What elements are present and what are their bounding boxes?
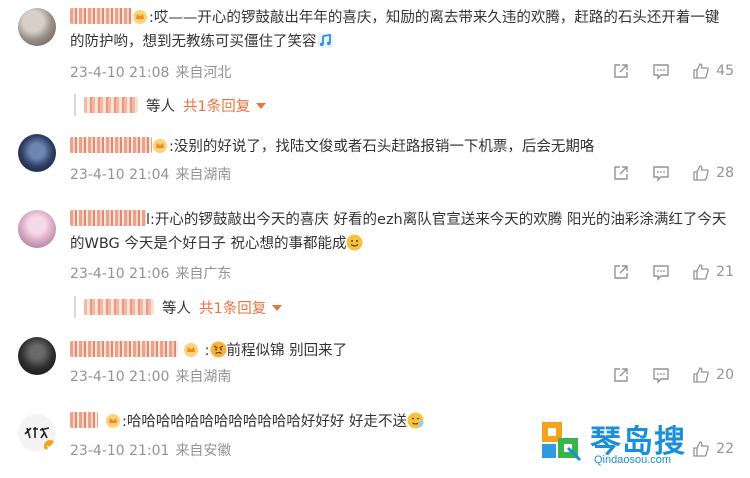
username[interactable] [70,210,146,226]
username[interactable] [70,412,98,428]
reply-deng-label: 等人 [146,98,175,115]
comment-time: 23-4-10 21:08 [70,65,170,81]
comment-icon [653,368,669,384]
comment-button[interactable] [652,263,670,281]
thumbs-up-icon [693,264,710,280]
verified-badge-icon [44,440,56,452]
reply-username[interactable] [84,299,154,315]
thumbs-up-icon [693,165,710,181]
comment-actions: 20 [590,366,734,384]
reply-username[interactable] [84,97,138,113]
comment-text: l:开心的锣鼓敲出今天的喜庆 好看的ezh离队官宣送来今天的欢腾 阳光的油彩涂满… [70,212,727,252]
comment-icon [653,265,669,281]
comment-body: :没别的好说了，找陆文俊或者石头赶路报销一下机票，后会无期咯 [70,135,732,159]
angry-emoji-icon [210,341,226,358]
watermark-domain: Qindaosou.com [594,454,672,466]
reply-deng-label: 等人 [162,300,191,317]
like-button[interactable]: 22 [692,440,734,458]
avatar[interactable] [18,414,56,452]
crown-badge-icon [106,414,120,428]
avatar[interactable] [18,210,56,248]
like-count: 20 [716,367,734,383]
reply-summary: 等人 共1条回复 [74,296,282,318]
comment-text: :没别的好说了，找陆文俊或者石头赶路报销一下机票，后会无期咯 [169,139,595,155]
comment-location: 来自河北 [175,65,232,81]
comment-time: 23-4-10 21:01 [70,443,170,459]
comment-location: 来自湖南 [175,167,232,183]
share-button[interactable] [612,62,630,80]
thumbs-up-icon [693,367,710,383]
like-button[interactable]: 21 [692,263,734,281]
comment-actions: 21 [590,263,734,281]
comment-time: 23-4-10 21:04 [70,167,170,183]
comment-text: :哎——开心的锣鼓敲出年年的喜庆，知励的离去带来久违的欢腾，赶路的石头还开着一键… [70,10,720,50]
comment-body: : 前程似锦 别回来了 [70,339,732,363]
crown-badge-icon [133,10,147,24]
like-count: 45 [716,63,734,79]
share-icon [614,166,628,180]
avatar[interactable] [18,8,56,46]
watermark: 琴岛搜 Qindaosou.com [538,416,698,472]
comment-meta: 23-4-10 21:04 来自湖南 [70,164,237,184]
view-replies-link[interactable]: 共1条回复 [183,95,266,116]
avatar[interactable] [18,134,56,172]
music-note-icon [317,33,333,48]
comment-meta: 23-4-10 21:08 来自河北 [70,62,237,82]
wave-emoji-icon [407,412,424,429]
share-icon [614,64,628,78]
username[interactable] [70,137,152,153]
smile-emoji-icon [346,234,363,251]
comment-icon [653,166,669,182]
share-icon [614,265,628,279]
comment-meta: 23-4-10 21:06 来自广东 [70,263,237,283]
like-count: 21 [716,264,734,280]
qindaosou-logo-icon [542,422,582,462]
comment-actions: 45 [590,62,734,80]
like-button[interactable]: 45 [692,62,734,80]
comment-location: 来自广东 [175,266,232,282]
comment-text: 前程似锦 别回来了 [226,343,348,359]
avatar[interactable] [18,337,56,375]
comment-location: 来自湖南 [175,369,232,385]
like-count: 28 [716,165,734,181]
thumbs-up-icon [693,63,710,79]
username[interactable] [70,341,178,357]
comment-actions: 28 [590,164,734,182]
like-button[interactable]: 28 [692,164,734,182]
comment-button[interactable] [652,164,670,182]
reply-summary: 等人 共1条回复 [74,94,266,116]
comment-text: :哈哈哈哈哈哈哈哈哈哈哈哈好好好 好走不送 [122,414,407,430]
share-button[interactable] [612,263,630,281]
comment-icon [653,64,669,80]
share-button[interactable] [612,164,630,182]
comment-body: l:开心的锣鼓敲出今天的喜庆 好看的ezh离队官宣送来今天的欢腾 阳光的油彩涂满… [70,208,732,256]
share-icon [614,368,628,382]
comment-meta: 23-4-10 21:01 来自安徽 [70,440,237,460]
view-replies-link[interactable]: 共1条回复 [199,297,282,318]
crown-badge-icon [153,139,167,153]
share-button[interactable] [612,366,630,384]
colon-separator: : [200,343,210,359]
like-count: 22 [716,441,734,457]
comment-button[interactable] [652,366,670,384]
like-button[interactable]: 20 [692,366,734,384]
comment-meta: 23-4-10 21:00 来自湖南 [70,366,237,386]
comment-button[interactable] [652,62,670,80]
comment-location: 来自安徽 [175,443,232,459]
username[interactable] [70,8,132,24]
comment-time: 23-4-10 21:00 [70,369,170,385]
crown-badge-icon [184,343,198,357]
comment-body: :哎——开心的锣鼓敲出年年的喜庆，知励的离去带来久违的欢腾，赶路的石头还开着一键… [70,6,732,54]
comment-time: 23-4-10 21:06 [70,266,170,282]
